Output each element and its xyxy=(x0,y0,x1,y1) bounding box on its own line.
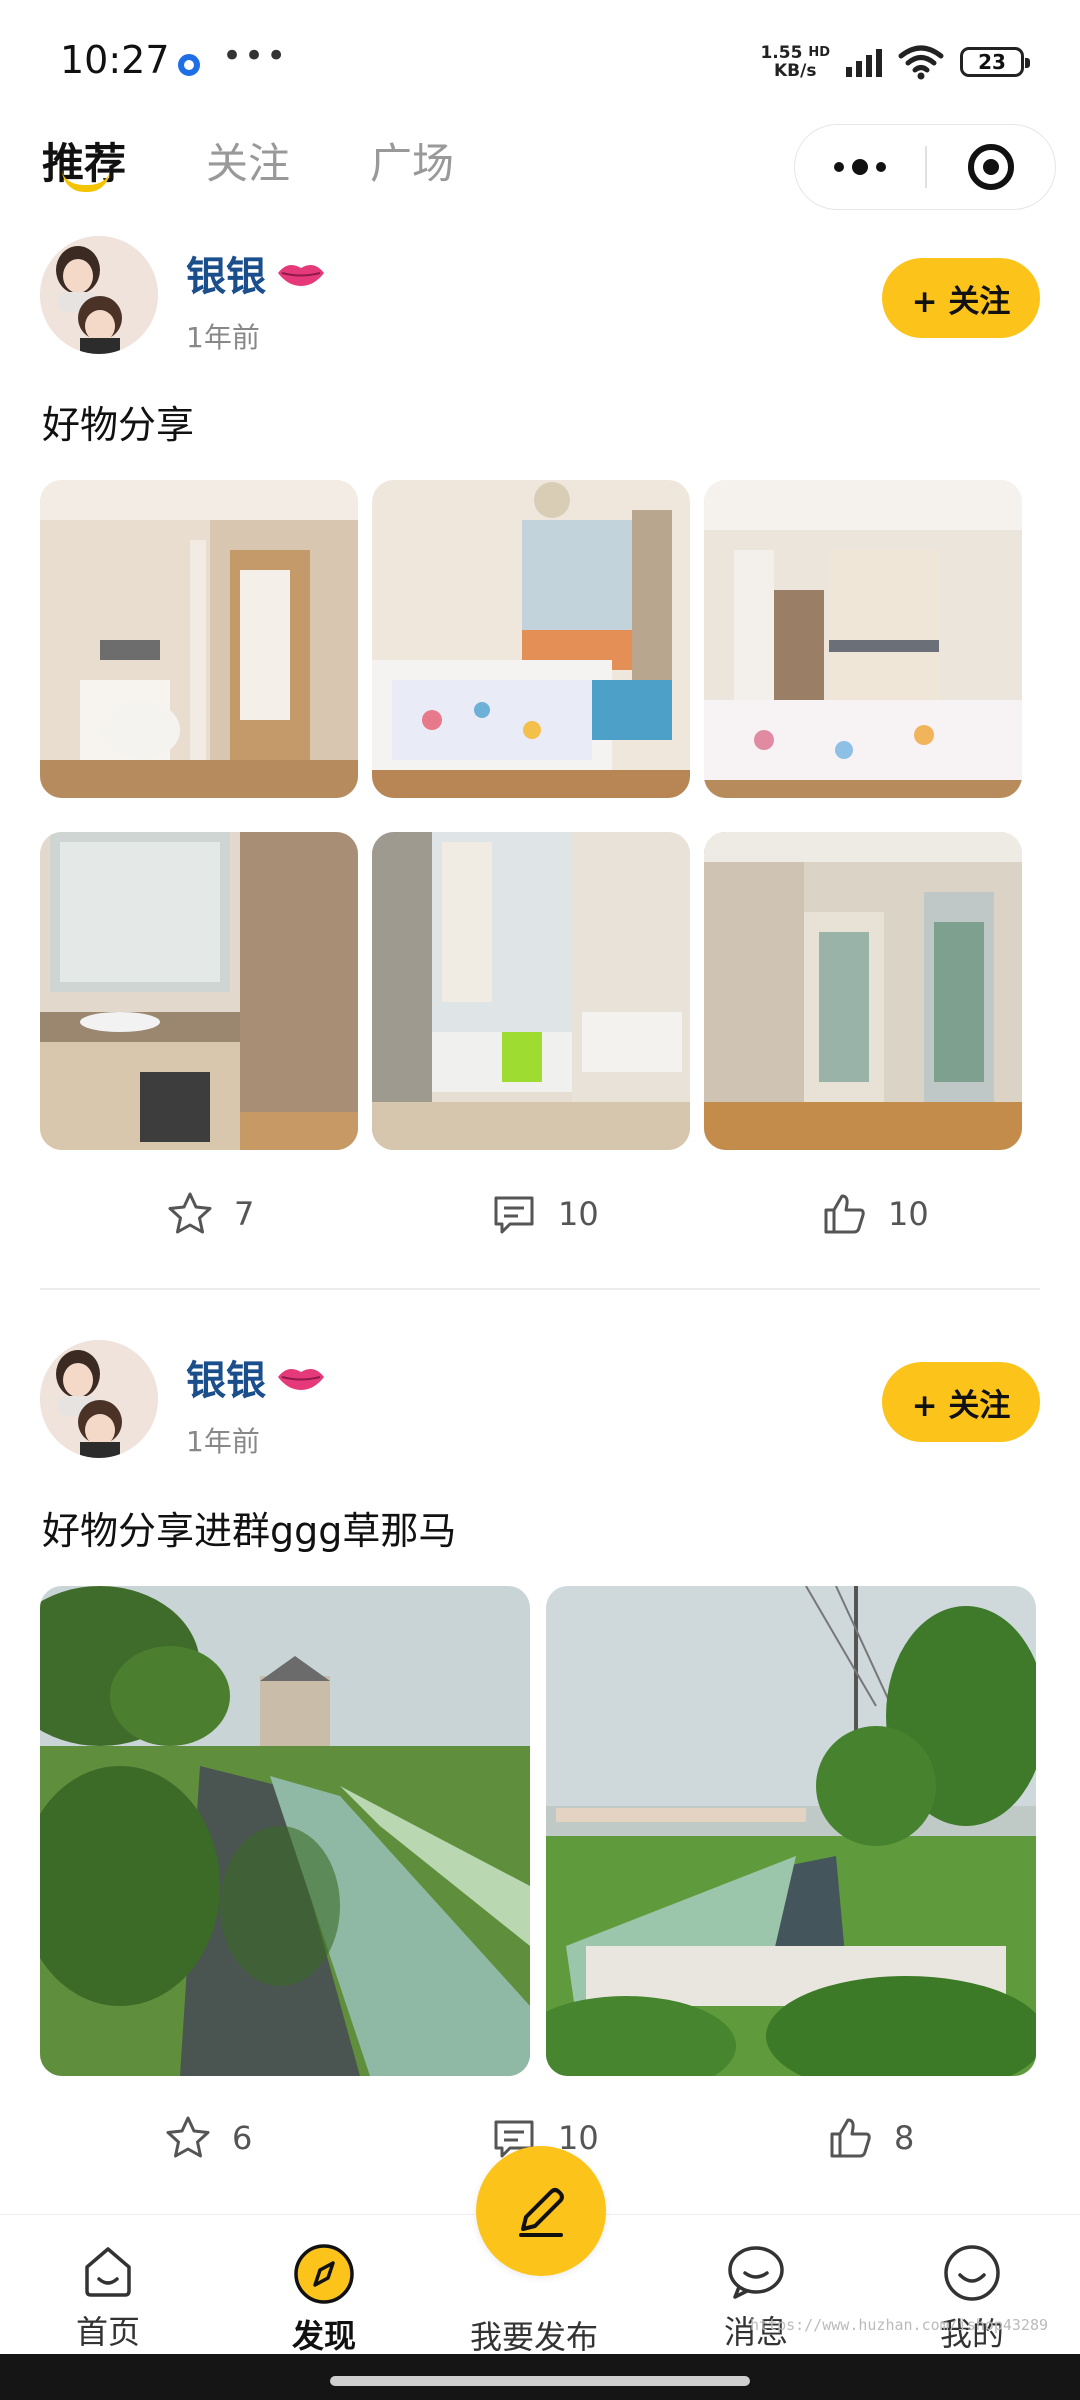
star-icon xyxy=(166,2116,210,2158)
avatar[interactable] xyxy=(40,1340,158,1458)
post-image[interactable] xyxy=(546,1586,1036,2076)
post-image[interactable] xyxy=(372,832,690,1150)
status-time: 10:27 xyxy=(60,38,170,82)
miniprogram-capsule xyxy=(794,124,1056,210)
location-dot-icon xyxy=(178,54,200,76)
comment-icon xyxy=(494,1196,534,1234)
wifi-icon xyxy=(898,45,944,80)
post-image[interactable] xyxy=(40,480,358,798)
post-image[interactable] xyxy=(40,1586,530,2076)
tab-square[interactable]: 广场 xyxy=(370,130,454,191)
post-image[interactable] xyxy=(40,832,358,1150)
pencil-icon xyxy=(519,2188,564,2237)
tab-following[interactable]: 关注 xyxy=(206,130,290,191)
like-button[interactable]: 8 xyxy=(826,2114,914,2162)
lips-emoji-icon xyxy=(278,264,324,286)
publish-label[interactable]: 我要发布 xyxy=(470,2312,598,2358)
like-count: 8 xyxy=(894,2119,915,2157)
nav-profile[interactable]: 我的 xyxy=(902,2243,1042,2355)
target-icon xyxy=(967,144,1014,190)
smile-icon xyxy=(944,2245,1000,2301)
comment-button[interactable]: 10 xyxy=(490,1190,599,1238)
follow-button[interactable]: + 关注 xyxy=(882,1362,1040,1442)
post-image[interactable] xyxy=(704,832,1022,1150)
watermark-text: https://www.huzhan.com/ishop43289 xyxy=(750,2316,1049,2334)
status-bar: 10:27 ••• 1.55 HD KB/s 23 xyxy=(0,0,1080,120)
like-button[interactable]: 10 xyxy=(820,1190,929,1238)
avatar[interactable] xyxy=(40,236,158,354)
post-image[interactable] xyxy=(372,480,690,798)
favorite-count: 6 xyxy=(232,2119,253,2157)
nav-messages[interactable]: 消息 xyxy=(686,2243,826,2353)
battery-indicator: 23 xyxy=(960,47,1030,77)
author-name[interactable]: 银银 xyxy=(186,1348,326,1406)
net-speed: 1.55 HD KB/s xyxy=(760,43,830,81)
capsule-close-button[interactable] xyxy=(927,144,1056,190)
author-name[interactable]: 银银 xyxy=(186,244,326,302)
thumbs-up-icon xyxy=(830,2118,871,2158)
lips-emoji-icon xyxy=(278,1368,324,1390)
post-time: 1年前 xyxy=(186,1425,260,1458)
nav-discover[interactable]: 发现 xyxy=(254,2243,394,2357)
signal-icon xyxy=(846,47,882,77)
post-text: 好物分享 xyxy=(42,403,195,447)
favorite-button[interactable]: 7 xyxy=(166,1190,254,1238)
home-icon xyxy=(85,2247,131,2297)
favorite-count: 7 xyxy=(234,1195,255,1233)
publish-button[interactable] xyxy=(476,2146,606,2276)
compass-icon xyxy=(294,2244,354,2304)
nav-home[interactable]: 首页 xyxy=(38,2243,178,2353)
post-time: 1年前 xyxy=(186,321,260,354)
like-count: 10 xyxy=(888,1195,929,1233)
comment-count: 10 xyxy=(558,1195,599,1233)
chat-icon xyxy=(728,2246,784,2299)
post-image[interactable] xyxy=(704,480,1022,798)
post-divider xyxy=(40,1288,1040,1290)
more-notifications-icon: ••• xyxy=(222,36,289,76)
star-icon xyxy=(168,1192,212,1234)
favorite-button[interactable]: 6 xyxy=(164,2114,252,2162)
post-actions: 7 10 10 xyxy=(0,1190,1080,1250)
post-text: 好物分享进群ggg草那马 xyxy=(42,1509,457,1553)
home-indicator[interactable] xyxy=(330,2376,750,2386)
follow-button[interactable]: + 关注 xyxy=(882,258,1040,338)
capsule-more-button[interactable] xyxy=(795,125,925,209)
thumbs-up-icon xyxy=(824,1194,865,1234)
